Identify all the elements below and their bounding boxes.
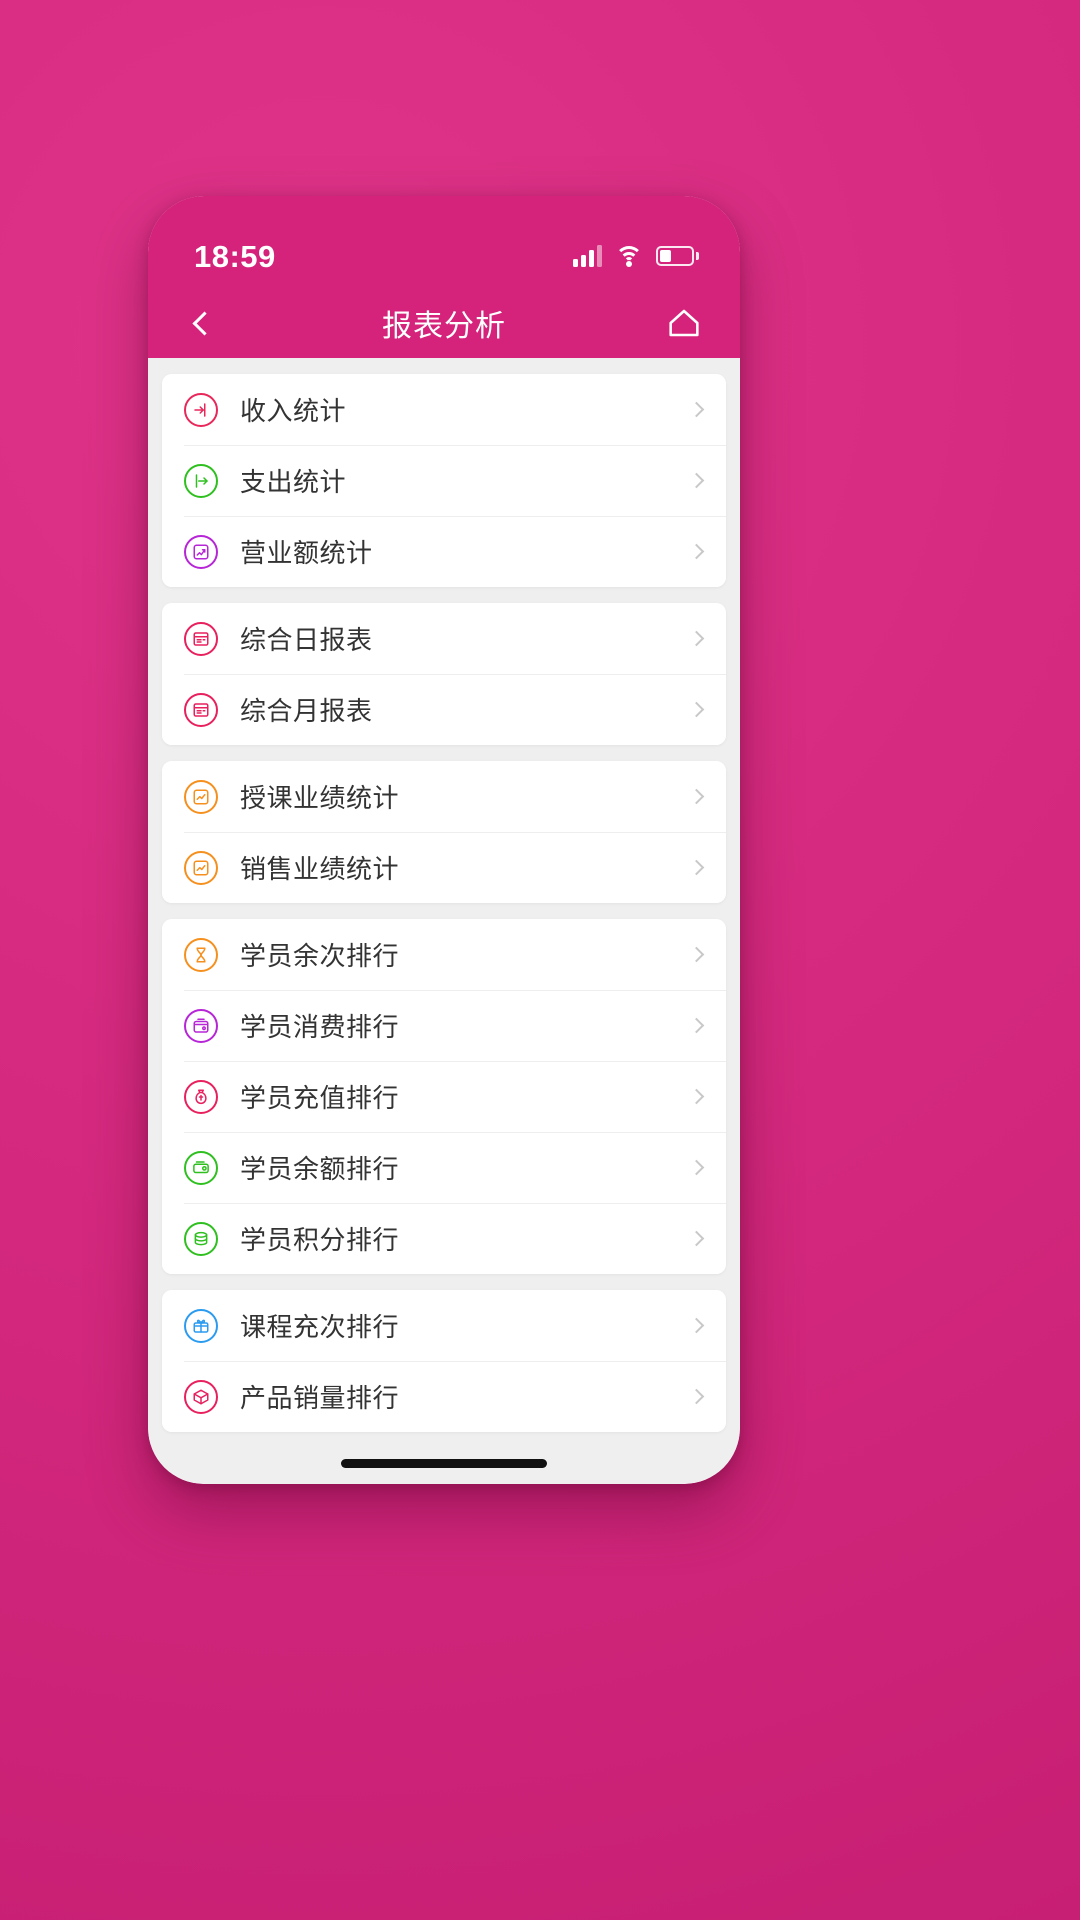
list-item[interactable]: 学员余额排行 (162, 1132, 726, 1203)
line-chart-box-icon (184, 779, 218, 814)
chevron-right-icon (688, 472, 705, 489)
product-icon (184, 1379, 218, 1414)
report-list[interactable]: 收入统计 支出统计 营业额统计 综合日报表 综合月报表 授课业绩统计 销售业绩统计 学员余次排… (148, 358, 740, 1484)
line-chart-box-icon (184, 850, 218, 885)
chevron-left-icon (191, 310, 217, 336)
chevron-right-icon (688, 401, 705, 418)
chevron-right-icon (688, 859, 705, 876)
list-card-comprehensive-reports: 综合日报表综合月报表 (162, 603, 726, 745)
hourglass-icon (184, 937, 218, 972)
list-item-label: 课程充次排行 (240, 1312, 400, 1342)
phone-screen: 18:59 报表分析 收入统计 支出统计 营业额统计 综合日报表 综合月报表 授… (148, 196, 740, 1484)
status-icons (573, 245, 699, 267)
back-button[interactable] (166, 288, 242, 358)
status-bar: 18:59 (148, 196, 740, 288)
list-item[interactable]: 学员充值排行 (162, 1061, 726, 1132)
home-icon (669, 309, 699, 337)
list-item-label: 学员消费排行 (240, 1012, 400, 1042)
list-item[interactable]: 产品销量排行 (162, 1361, 726, 1432)
chart-growth-icon (184, 534, 218, 569)
list-card-performance: 授课业绩统计 销售业绩统计 (162, 761, 726, 903)
phone-frame: 18:59 报表分析 收入统计 支出统计 营业额统计 综合日报表 综合月报表 授… (148, 196, 740, 1484)
list-item[interactable]: 学员积分排行 (162, 1203, 726, 1274)
list-item-label: 营业额统计 (240, 538, 373, 568)
list-item[interactable]: 收入统计 (162, 374, 726, 445)
list-item-label: 学员积分排行 (240, 1225, 400, 1255)
list-item[interactable]: 学员消费排行 (162, 990, 726, 1061)
balance-coin-icon (184, 1150, 218, 1185)
chevron-right-icon (688, 543, 705, 560)
chevron-right-icon (688, 1159, 705, 1176)
chevron-right-icon (688, 1017, 705, 1034)
list-item-label: 综合月报表 (240, 696, 373, 726)
money-bag-icon (184, 1079, 218, 1114)
chevron-right-icon (688, 701, 705, 718)
coins-stack-icon (184, 1221, 218, 1256)
home-button[interactable] (646, 288, 722, 358)
arrow-into-box-icon (184, 392, 218, 427)
list-item[interactable]: 授课业绩统计 (162, 761, 726, 832)
list-card-statistics: 收入统计支出统计营业额统计 (162, 374, 726, 587)
chevron-right-icon (688, 1317, 705, 1334)
list-item[interactable]: 综合日报表 (162, 603, 726, 674)
arrow-out-of-box-icon (184, 463, 218, 498)
list-item-label: 收入统计 (240, 396, 347, 426)
report-page-icon (184, 692, 218, 727)
wallet-spend-icon (184, 1008, 218, 1043)
chevron-right-icon (688, 946, 705, 963)
list-item-label: 产品销量排行 (240, 1383, 400, 1413)
home-indicator (341, 1459, 547, 1468)
list-item-label: 学员余额排行 (240, 1154, 400, 1184)
report-page-icon (184, 621, 218, 656)
battery-icon (656, 246, 699, 266)
list-item[interactable]: 营业额统计 (162, 516, 726, 587)
gift-box-icon (184, 1308, 218, 1343)
list-card-student-rankings: 学员余次排行 学员消费排行 学员充值排行 学员余额排行 学员积分排行 (162, 919, 726, 1274)
list-item-label: 销售业绩统计 (240, 854, 400, 884)
list-item[interactable]: 销售业绩统计 (162, 832, 726, 903)
list-item-label: 学员余次排行 (240, 941, 400, 971)
list-item-label: 综合日报表 (240, 625, 373, 655)
list-item[interactable]: 综合月报表 (162, 674, 726, 745)
chevron-right-icon (688, 1088, 705, 1105)
wifi-icon (615, 245, 643, 267)
list-item-label: 学员充值排行 (240, 1083, 400, 1113)
status-clock: 18:59 (194, 238, 276, 274)
list-item[interactable]: 课程充次排行 (162, 1290, 726, 1361)
chevron-right-icon (688, 630, 705, 647)
chevron-right-icon (688, 1230, 705, 1247)
list-item[interactable]: 支出统计 (162, 445, 726, 516)
chevron-right-icon (688, 788, 705, 805)
chevron-right-icon (688, 1388, 705, 1405)
nav-bar: 报表分析 (148, 288, 740, 358)
list-item-label: 支出统计 (240, 467, 347, 497)
page-title: 报表分析 (382, 310, 506, 343)
list-card-course-rankings: 课程充次排行 产品销量排行 (162, 1290, 726, 1432)
signal-bars-icon (573, 245, 602, 267)
list-item-label: 授课业绩统计 (240, 783, 400, 813)
list-item[interactable]: 学员余次排行 (162, 919, 726, 990)
